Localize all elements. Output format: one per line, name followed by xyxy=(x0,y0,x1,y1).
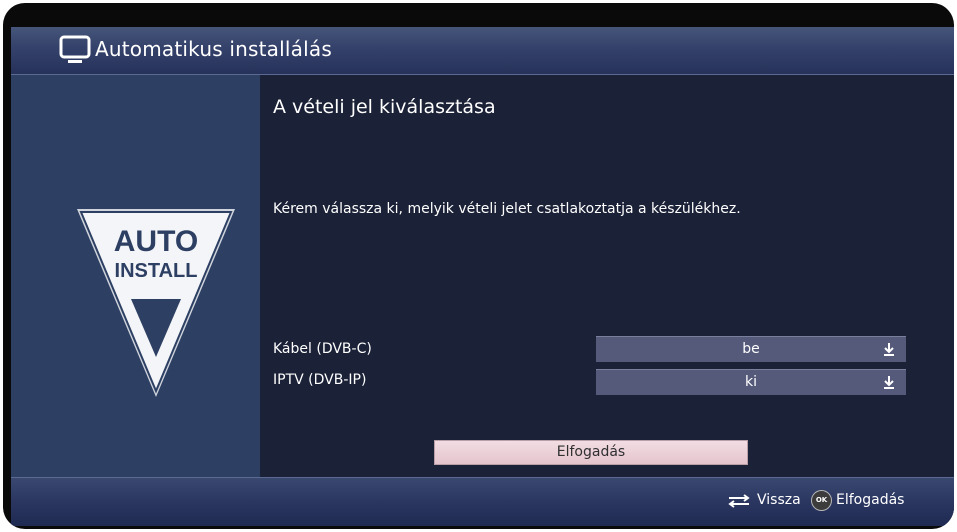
auto-install-logo: AUTO INSTALL xyxy=(77,209,235,397)
logo-line-2: INSTALL xyxy=(115,260,198,282)
dropdown-arrow-icon xyxy=(884,343,894,356)
cable-select-value: be xyxy=(742,341,760,357)
accept-button[interactable]: Elfogadás xyxy=(434,440,748,465)
tv-icon xyxy=(59,35,91,63)
ok-hint-label: Elfogadás xyxy=(836,492,905,508)
back-hint-label: Vissza xyxy=(757,492,801,508)
footer-bar: Vissza OK Elfogadás xyxy=(11,477,954,526)
instruction-text: Kérem válassza ki, melyik vételi jelet c… xyxy=(273,201,741,217)
page-heading: A vételi jel kiválasztása xyxy=(273,96,496,118)
dropdown-arrow-icon xyxy=(884,376,894,389)
back-arrows-icon[interactable] xyxy=(726,493,752,509)
title-bar: Automatikus installálás xyxy=(11,27,954,75)
iptv-select[interactable]: ki xyxy=(596,369,906,395)
tv-frame: Automatikus installálás AUTO INSTALL A v… xyxy=(3,3,954,529)
cable-select[interactable]: be xyxy=(596,336,906,362)
main-content: A vételi jel kiválasztása Kérem válassza… xyxy=(260,75,954,477)
sidebar: AUTO INSTALL xyxy=(11,75,260,477)
logo-line-1: AUTO xyxy=(114,225,198,258)
window-title: Automatikus installálás xyxy=(95,37,332,61)
osd-screen: Automatikus installálás AUTO INSTALL A v… xyxy=(11,27,954,526)
ok-button-icon[interactable]: OK xyxy=(811,490,832,511)
option-label-iptv: IPTV (DVB-IP) xyxy=(273,372,367,388)
option-label-cable: Kábel (DVB-C) xyxy=(273,341,372,357)
iptv-select-value: ki xyxy=(745,374,757,390)
